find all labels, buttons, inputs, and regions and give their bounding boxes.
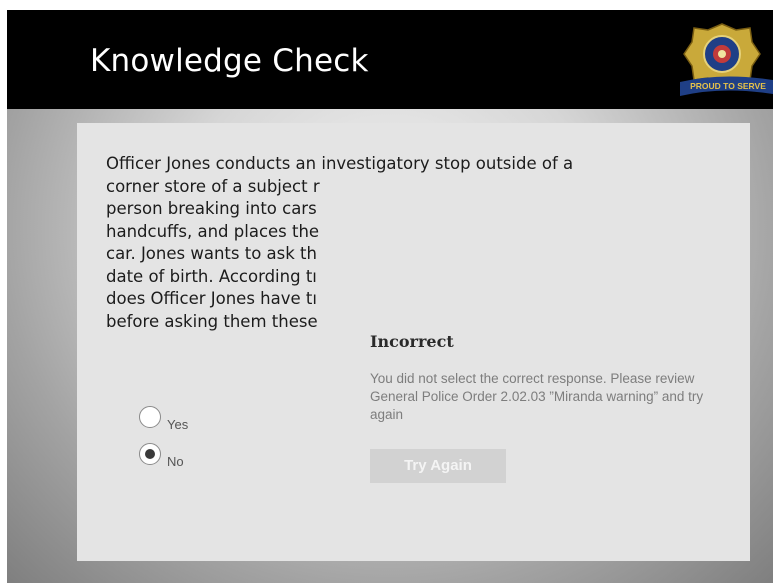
question-line: handcuffs, and places the bbox=[106, 221, 320, 241]
feedback-message: You did not select the correct response.… bbox=[370, 371, 704, 422]
feedback-popup: Incorrect You did not select the correct… bbox=[354, 297, 750, 561]
header-bar: Knowledge Check PROUD TO SERVE bbox=[7, 10, 773, 109]
option-yes-label: Yes bbox=[167, 417, 189, 432]
police-badge-icon: PROUD TO SERVE bbox=[680, 23, 773, 96]
svg-text:PROUD TO SERVE: PROUD TO SERVE bbox=[690, 81, 766, 91]
option-no-label: No bbox=[167, 454, 184, 469]
option-yes[interactable]: Yes bbox=[139, 406, 188, 432]
question-panel: Officer Jones conducts an investigatory … bbox=[77, 123, 750, 561]
question-line: date of birth. According tı bbox=[106, 266, 317, 286]
question-line: corner store of a subject r bbox=[106, 176, 320, 196]
question-line: person breaking into cars bbox=[106, 199, 317, 218]
question-line: Officer Jones conducts an investigatory … bbox=[106, 154, 574, 173]
page-title: Knowledge Check bbox=[90, 43, 369, 79]
question-line: car. Jones wants to ask th bbox=[106, 244, 317, 263]
option-no[interactable]: No bbox=[139, 443, 184, 469]
try-again-button[interactable]: Try Again bbox=[370, 449, 506, 483]
slide: Knowledge Check PROUD TO SERVE Officer J… bbox=[7, 10, 773, 583]
feedback-title: Incorrect bbox=[370, 332, 454, 351]
radio-yes[interactable] bbox=[139, 406, 161, 428]
radio-no[interactable] bbox=[139, 443, 161, 465]
